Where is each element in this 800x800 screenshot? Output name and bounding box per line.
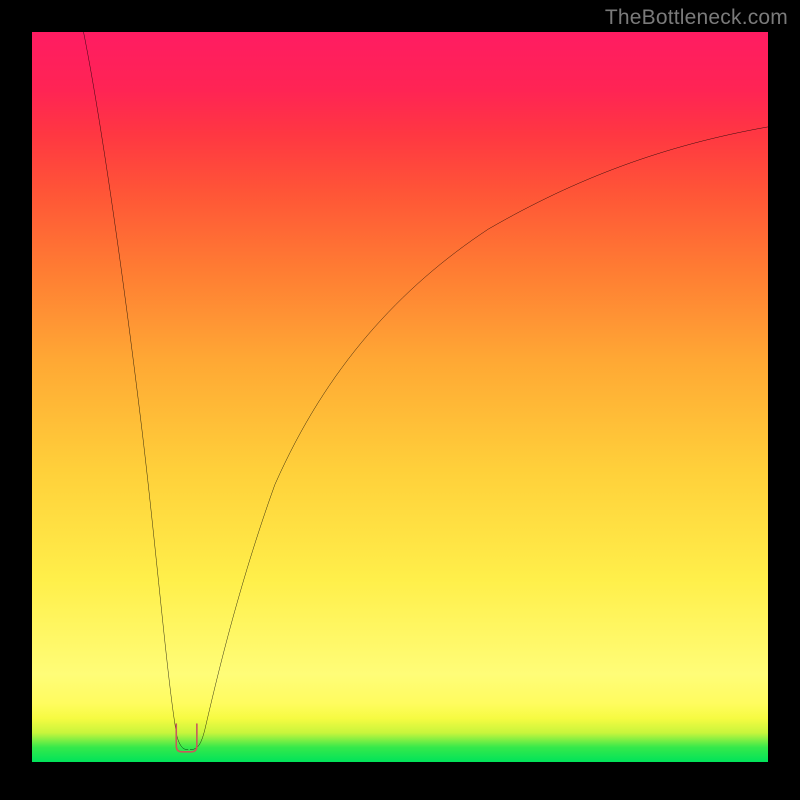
curve-overlay (32, 32, 768, 762)
plot-area (32, 32, 768, 762)
watermark-text: TheBottleneck.com (605, 6, 788, 30)
chart-frame: TheBottleneck.com (0, 0, 800, 800)
marker-bracket-icon (176, 724, 197, 752)
curve-right (190, 127, 768, 750)
curve-left (84, 32, 189, 750)
